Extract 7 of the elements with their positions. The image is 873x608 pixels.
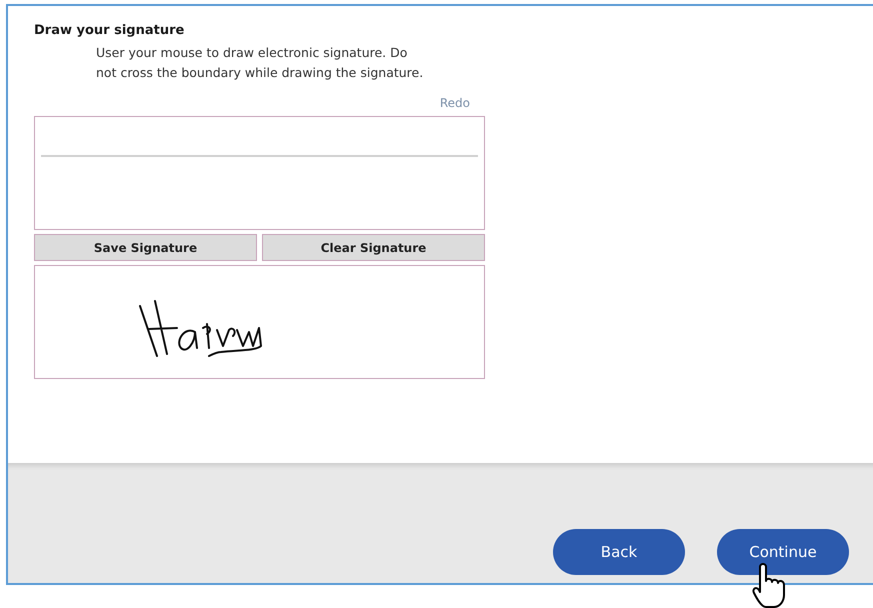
instructions-text: User your mouse to draw electronic signature. Do not cross the boundary while drawing the signature. (96, 44, 424, 82)
nav-button[interactable]: Back (553, 529, 685, 575)
signature-button[interactable]: Save Signature (34, 234, 257, 261)
nav-button[interactable]: Continue (717, 529, 849, 575)
signature-pad[interactable] (34, 116, 485, 230)
signature-button[interactable]: Clear Signature (262, 234, 485, 261)
section-heading: Draw your signature (34, 22, 186, 40)
